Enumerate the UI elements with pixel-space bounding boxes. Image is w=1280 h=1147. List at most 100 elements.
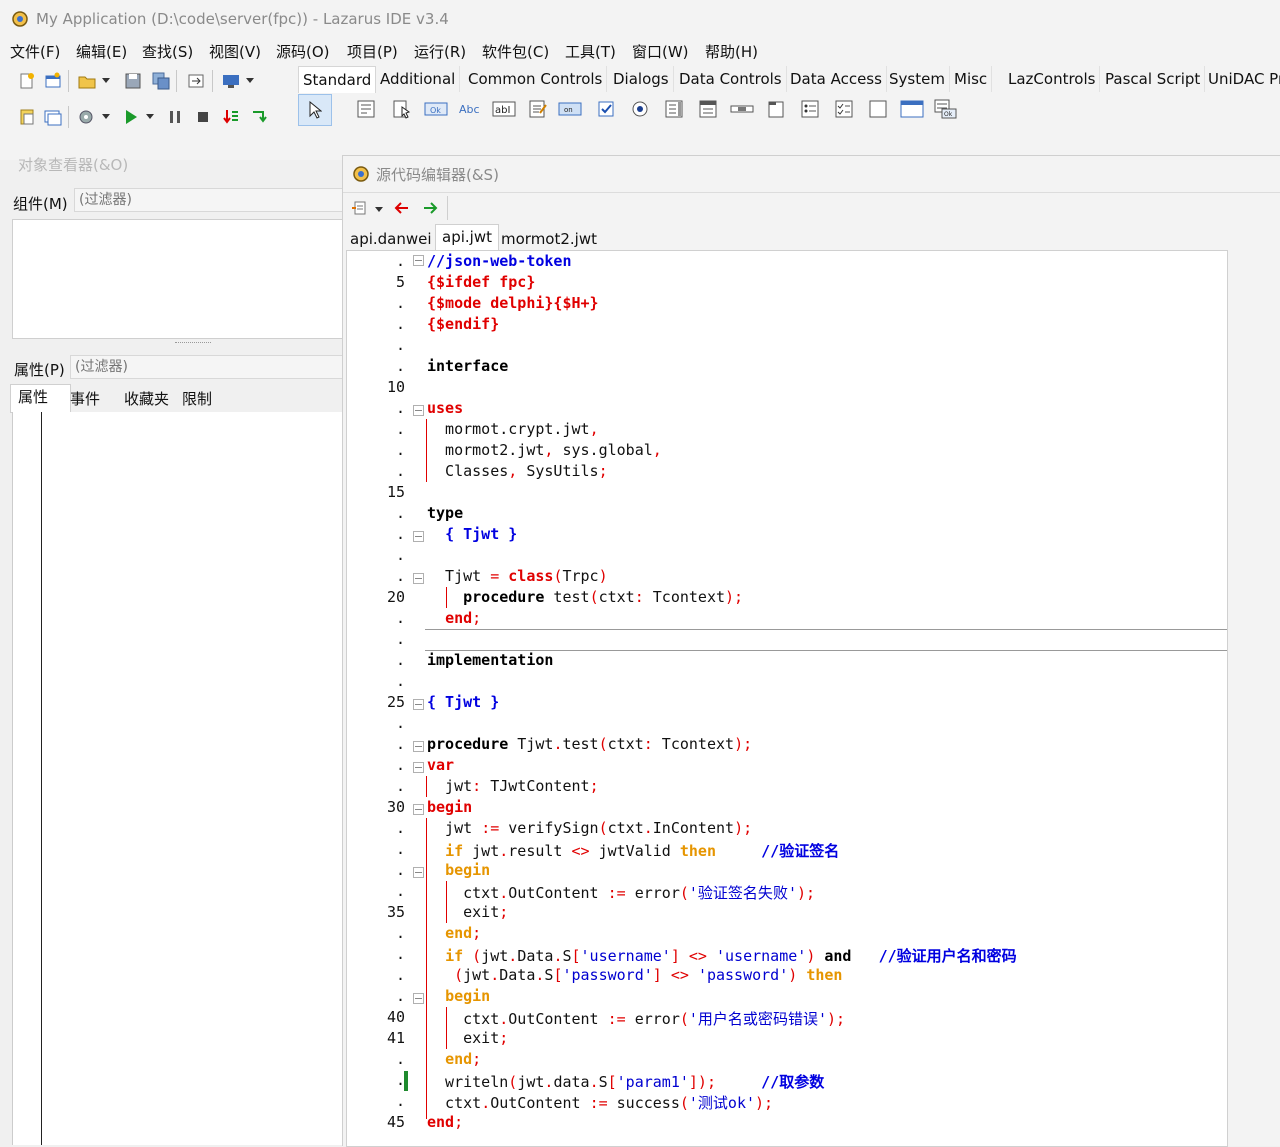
tradiobutton-icon[interactable]: [630, 99, 650, 119]
menu-package[interactable]: 软件包(C): [482, 41, 549, 62]
menu-window[interactable]: 窗口(W): [632, 41, 689, 62]
editor-tab-mormot2-jwt[interactable]: mormot2.jwt: [501, 227, 597, 251]
paste-icon[interactable]: [18, 108, 36, 126]
fold-toggle-icon[interactable]: [413, 405, 424, 416]
run-icon[interactable]: [122, 108, 140, 126]
tab-events[interactable]: 事件: [70, 387, 100, 411]
fold-toggle-icon[interactable]: [413, 867, 424, 878]
chevron-down-icon[interactable]: [100, 110, 112, 122]
back-arrow-icon[interactable]: [393, 199, 411, 217]
components-filter-input[interactable]: [74, 188, 346, 212]
save-icon[interactable]: [124, 72, 142, 90]
toggle-form-unit-icon[interactable]: [187, 72, 205, 90]
menu-tools[interactable]: 工具(T): [565, 41, 616, 62]
properties-filter-input[interactable]: [70, 355, 346, 379]
tradiogroup-icon[interactable]: [800, 99, 820, 119]
palette-tab-data-access[interactable]: Data Access: [786, 66, 887, 92]
chevron-down-icon[interactable]: [144, 110, 156, 122]
chevron-down-icon[interactable]: [373, 203, 385, 215]
palette-tab-system[interactable]: System: [885, 66, 950, 92]
code-token: );: [734, 735, 753, 753]
step-over-icon[interactable]: [250, 108, 268, 126]
tactionlist-icon[interactable]: Ok: [934, 99, 958, 119]
object-inspector: 对象查看器(&O) 组件(M) 属性(P) 属性 事件 收藏夹 限制: [0, 156, 346, 1145]
pause-icon[interactable]: [166, 108, 184, 126]
tcheckgroup-icon[interactable]: [834, 99, 854, 119]
line-number: 10: [386, 378, 405, 396]
chevron-down-icon[interactable]: [100, 74, 112, 86]
palette-tab-misc[interactable]: Misc: [950, 66, 993, 92]
tbutton-icon[interactable]: Ok: [424, 101, 448, 117]
tlabel-icon[interactable]: Abc: [458, 99, 482, 119]
code-token: ): [598, 567, 608, 585]
jump-list-icon[interactable]: [351, 200, 367, 216]
menu-project[interactable]: 项目(P): [347, 41, 398, 62]
editor-tab-api-jwt[interactable]: api.jwt: [435, 224, 499, 251]
code-line: begin: [427, 861, 490, 879]
property-grid[interactable]: [12, 412, 343, 1145]
tmainmenu-icon[interactable]: [356, 99, 376, 119]
palette-tab-lazcontrols[interactable]: LazControls: [1004, 66, 1101, 92]
fold-guide-line: [426, 776, 427, 797]
tmemo-icon[interactable]: [528, 99, 548, 119]
code-line: implementation: [427, 651, 553, 669]
menu-file[interactable]: 文件(F): [10, 41, 60, 62]
component-tree[interactable]: [12, 219, 344, 339]
tlistbox-icon[interactable]: [664, 99, 684, 119]
tcombobox-icon[interactable]: [698, 99, 718, 119]
palette-select-tool[interactable]: [298, 94, 332, 126]
fold-toggle-icon[interactable]: [413, 573, 424, 584]
save-all-icon[interactable]: [152, 72, 170, 90]
palette-tab-pascal-script[interactable]: Pascal Script: [1101, 66, 1206, 92]
fold-toggle-icon[interactable]: [413, 531, 424, 542]
fold-toggle-icon[interactable]: [413, 741, 424, 752]
tab-properties[interactable]: 属性: [10, 384, 71, 412]
menu-search[interactable]: 查找(S): [142, 41, 193, 62]
fold-toggle-icon[interactable]: [413, 255, 424, 266]
palette-tab-data-controls[interactable]: Data Controls: [675, 66, 787, 92]
tab-restricted[interactable]: 限制: [182, 387, 212, 411]
tpopupmenu-icon[interactable]: [392, 99, 412, 119]
menu-run[interactable]: 运行(R): [414, 41, 466, 62]
tpanel-icon[interactable]: [868, 99, 888, 119]
palette-tab-standard[interactable]: Standard: [298, 66, 377, 93]
splitter-handle[interactable]: [175, 342, 211, 345]
tedit-icon[interactable]: abI: [492, 99, 516, 119]
code-token: .: [508, 947, 518, 965]
palette-tab-dialogs[interactable]: Dialogs: [609, 66, 674, 92]
menu-view[interactable]: 视图(V): [209, 41, 261, 62]
palette-tab-common-controls[interactable]: Common Controls: [464, 66, 608, 92]
build-mode-icon[interactable]: [78, 108, 96, 126]
tab-favorites[interactable]: 收藏夹: [124, 387, 169, 411]
chevron-down-icon[interactable]: [244, 74, 256, 86]
palette-tab-unidac[interactable]: UniDAC Pr: [1204, 66, 1280, 92]
ttogglebox-icon[interactable]: on: [558, 101, 582, 117]
forward-arrow-icon[interactable]: [421, 199, 439, 217]
step-into-icon[interactable]: [222, 108, 240, 126]
code-editor[interactable]: . 5.... 10.... 15.... 20.... 25.... 30.... 35..…: [346, 250, 1228, 1147]
new-form-icon[interactable]: [44, 72, 62, 90]
open-folder-icon[interactable]: [78, 72, 96, 90]
window-icon[interactable]: [44, 108, 62, 126]
new-unit-icon[interactable]: [18, 72, 36, 90]
editor-tab-api-danwei[interactable]: api.danwei: [350, 227, 432, 251]
fold-toggle-icon[interactable]: [413, 762, 424, 773]
tframe-icon[interactable]: [900, 99, 924, 119]
palette-tab-additional[interactable]: Additional: [376, 66, 461, 92]
line-number: .: [395, 882, 405, 900]
menu-edit[interactable]: 编辑(E): [76, 41, 127, 62]
line-number: .: [395, 252, 405, 270]
code-line: Tjwt = class(Trpc): [427, 567, 608, 585]
menu-source[interactable]: 源码(O): [276, 41, 330, 62]
tcheckbox-icon[interactable]: [596, 99, 616, 119]
code-token: <>: [670, 966, 689, 984]
fold-toggle-icon[interactable]: [413, 699, 424, 710]
stop-icon[interactable]: [194, 108, 212, 126]
tgroupbox-icon[interactable]: [766, 99, 786, 119]
code-token: sys.global: [553, 441, 653, 459]
menu-help[interactable]: 帮助(H): [705, 41, 758, 62]
fold-toggle-icon[interactable]: [413, 993, 424, 1004]
view-forms-icon[interactable]: [222, 72, 240, 90]
fold-toggle-icon[interactable]: [413, 804, 424, 815]
tscrollbar-icon[interactable]: [730, 99, 754, 119]
